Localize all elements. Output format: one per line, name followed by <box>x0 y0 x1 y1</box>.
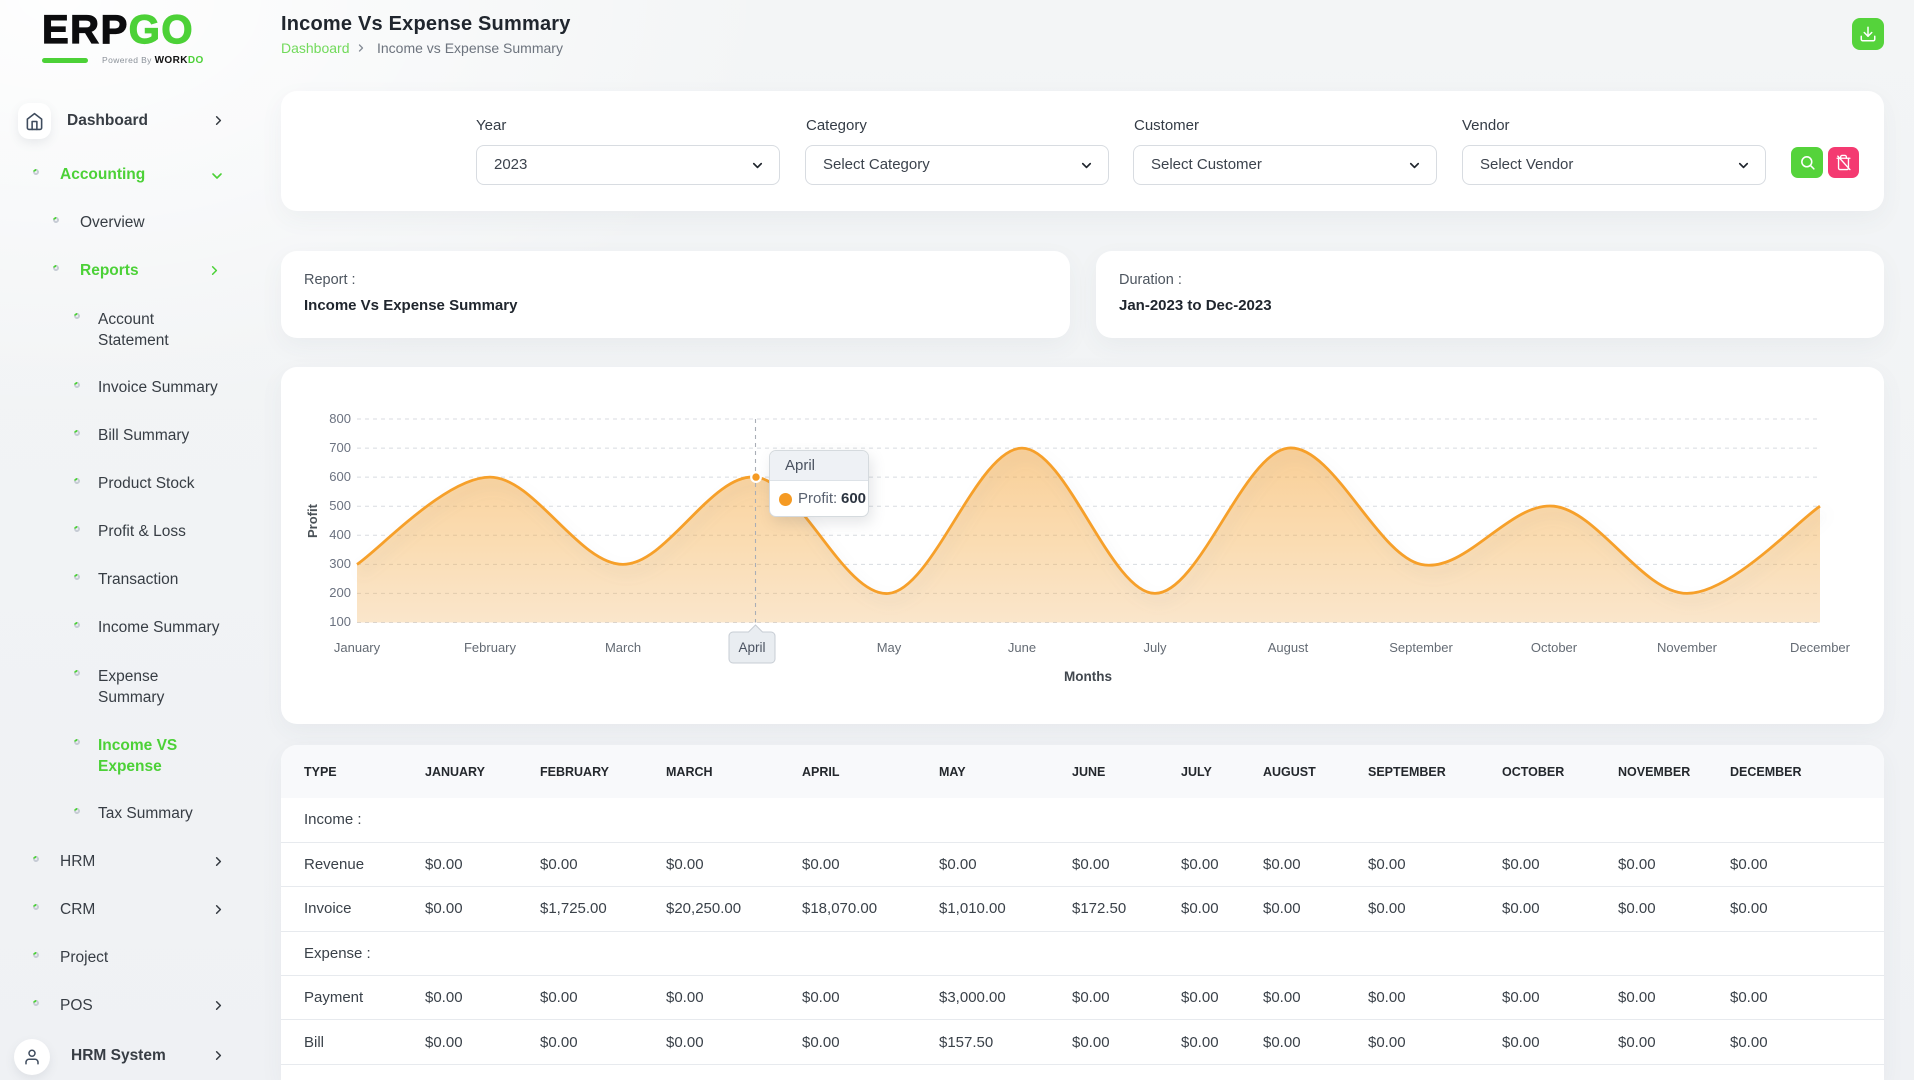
svg-text:August: August <box>1268 640 1309 655</box>
svg-text:800: 800 <box>329 411 351 426</box>
svg-text:700: 700 <box>329 440 351 455</box>
svg-text:January: January <box>334 640 381 655</box>
svg-text:Profit: Profit <box>305 503 320 538</box>
svg-text:December: December <box>1790 640 1851 655</box>
svg-text:July: July <box>1143 640 1167 655</box>
svg-text:500: 500 <box>329 498 351 513</box>
svg-text:February: February <box>464 640 517 655</box>
svg-text:400: 400 <box>329 527 351 542</box>
svg-text:April: April <box>738 640 765 655</box>
svg-text:October: October <box>1531 640 1578 655</box>
svg-text:100: 100 <box>329 614 351 629</box>
svg-text:November: November <box>1657 640 1718 655</box>
svg-text:200: 200 <box>329 585 351 600</box>
svg-text:June: June <box>1008 640 1036 655</box>
svg-text:300: 300 <box>329 556 351 571</box>
svg-text:Months: Months <box>1064 669 1112 684</box>
svg-text:May: May <box>877 640 902 655</box>
svg-text:600: 600 <box>329 469 351 484</box>
svg-text:March: March <box>605 640 641 655</box>
svg-text:September: September <box>1389 640 1453 655</box>
